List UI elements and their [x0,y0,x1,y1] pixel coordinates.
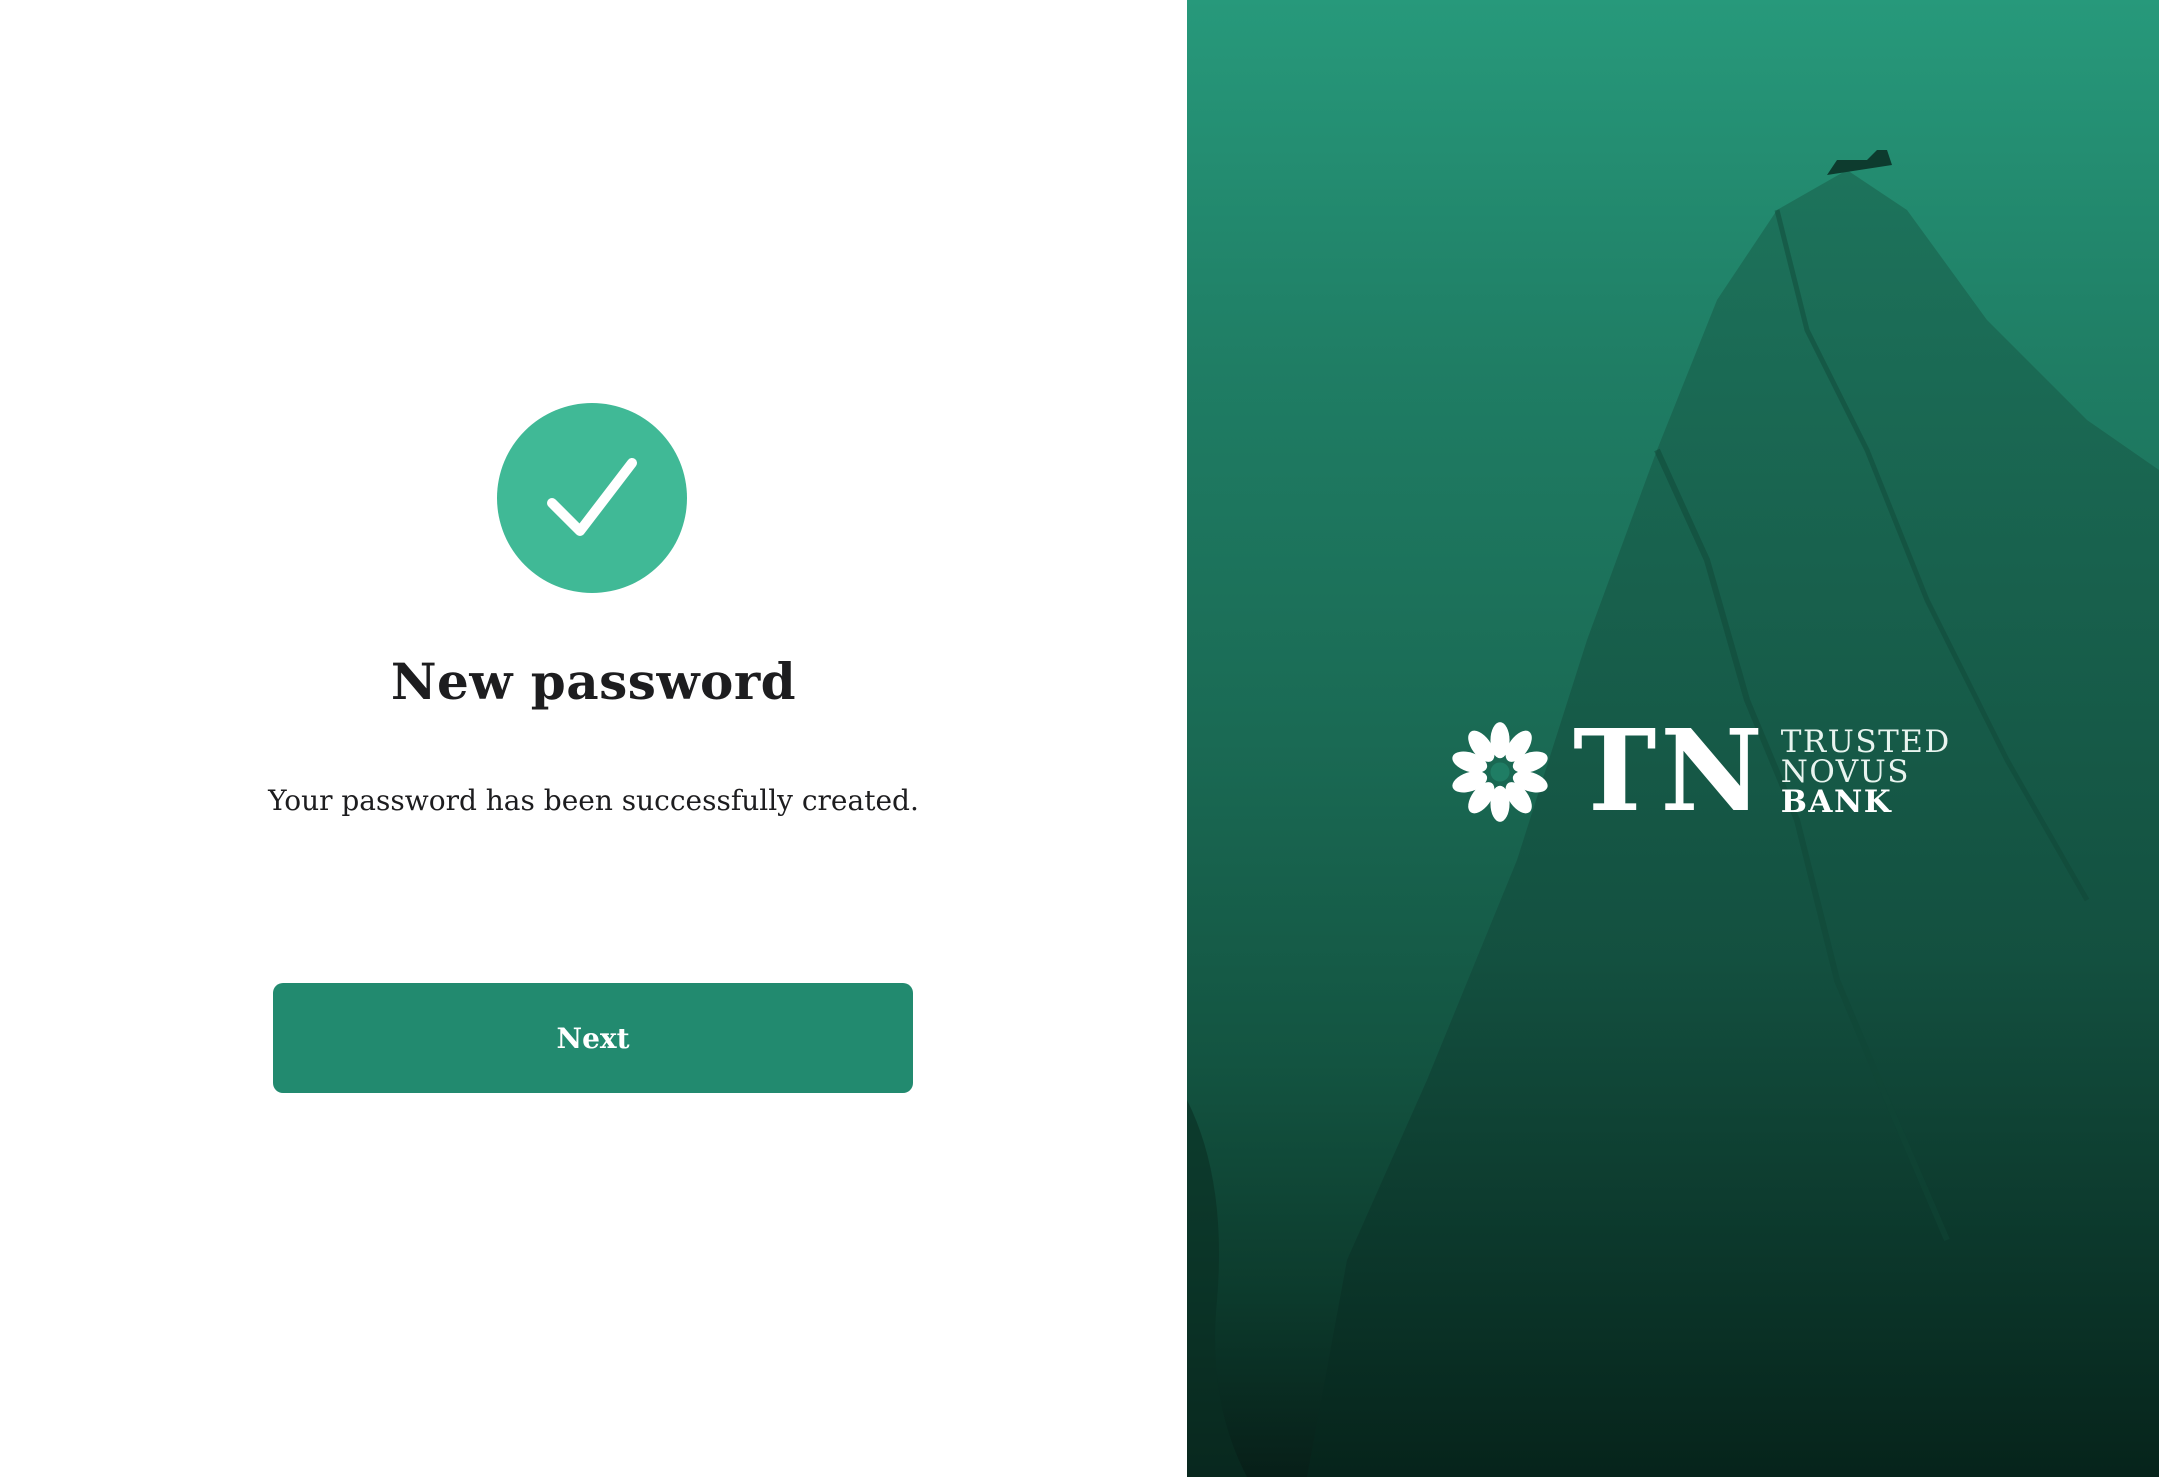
success-badge [497,403,687,593]
flower-logo-icon [1452,722,1548,822]
brand-monogram: TN [1573,706,1767,837]
check-icon [547,458,637,536]
form-panel: New password Your password has been succ… [0,0,1187,1477]
bank-logo: TN TRUSTED NOVUS BANK [1447,716,1951,828]
page-title: New password [390,652,797,711]
next-button[interactable]: Next [273,983,913,1093]
success-message: Your password has been successfully crea… [268,784,919,817]
brand-wordmark: TRUSTED NOVUS BANK [1780,724,1951,820]
brand-word-bank: BANK [1780,784,1893,820]
brand-word-trusted: TRUSTED [1780,724,1951,760]
brand-panel: TN TRUSTED NOVUS BANK [1187,0,2159,1477]
brand-word-novus: NOVUS [1780,754,1910,790]
